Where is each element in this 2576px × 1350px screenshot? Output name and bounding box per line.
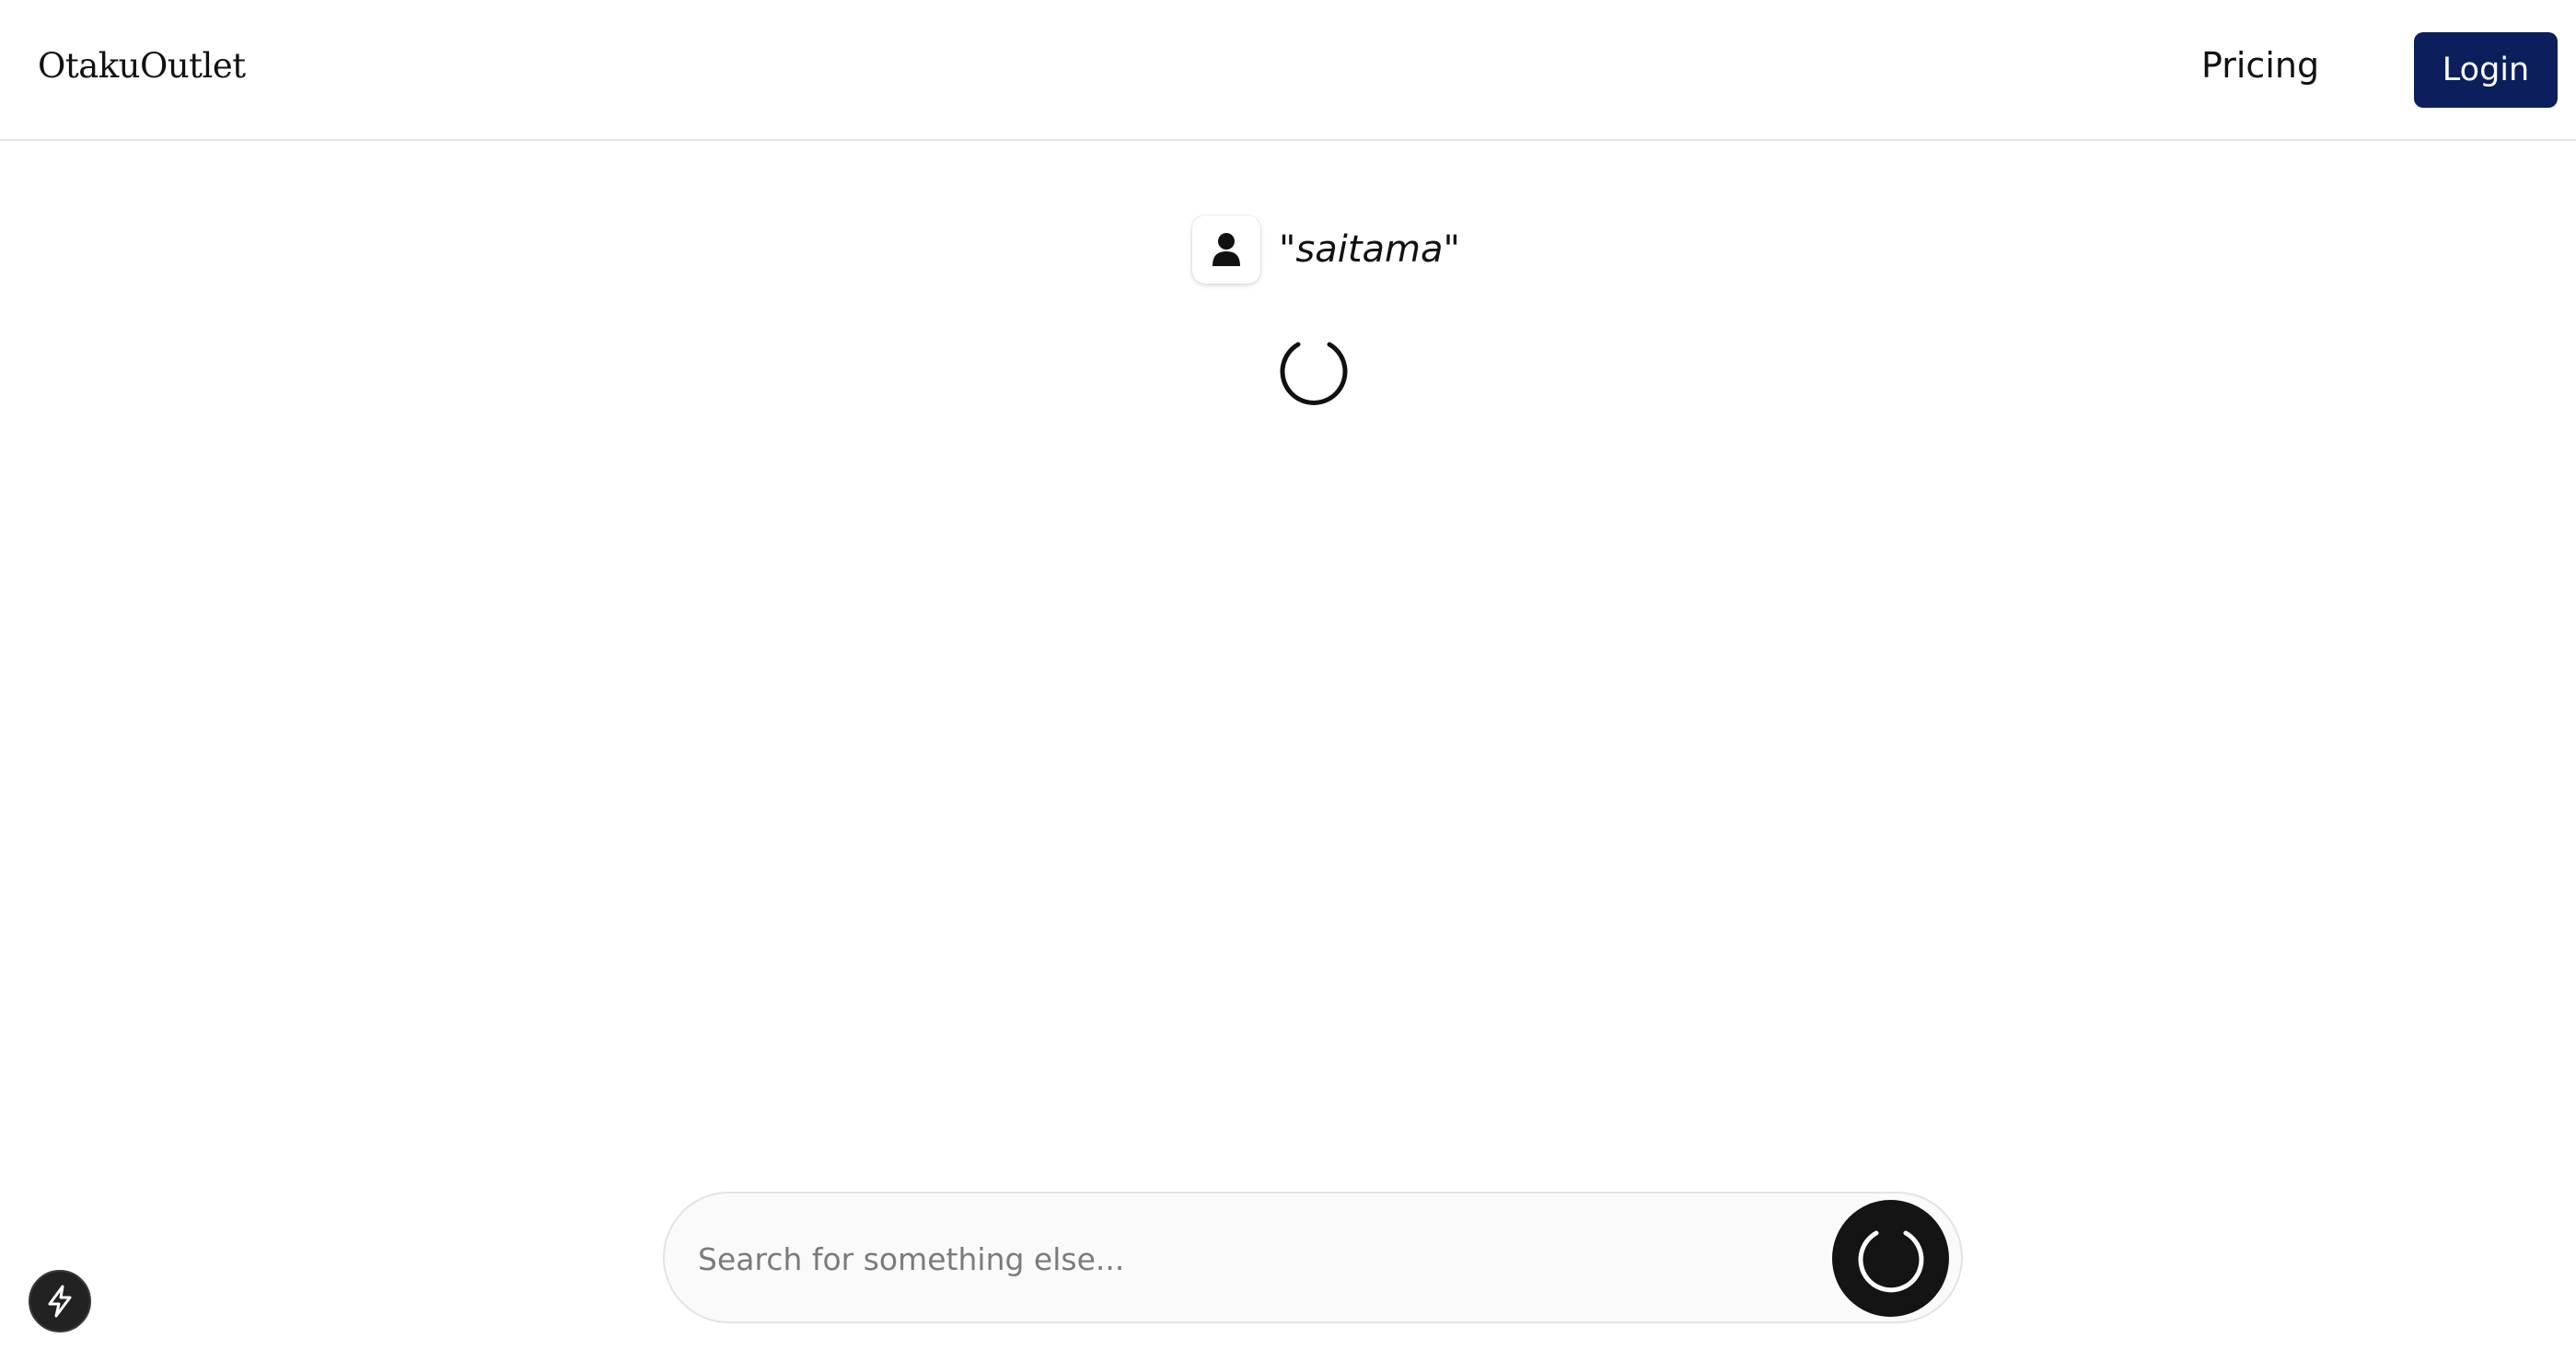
lightning-icon (48, 1285, 72, 1318)
top-nav: OtakuOutlet Pricing Login (0, 0, 2576, 141)
search-submit-button[interactable] (1832, 1200, 1949, 1317)
user-icon (1213, 233, 1240, 266)
user-avatar (1192, 215, 1260, 284)
spinner-icon (1858, 1230, 1923, 1292)
query-message: "saitama" (1192, 215, 1460, 285)
brand-logo[interactable]: OtakuOutlet (38, 46, 246, 86)
query-text: "saitama" (1279, 228, 1460, 271)
search-input[interactable] (698, 1227, 1747, 1291)
quick-action-button[interactable] (29, 1270, 91, 1333)
pricing-link[interactable]: Pricing (2201, 45, 2319, 86)
search-bar (663, 1192, 1963, 1323)
login-button[interactable]: Login (2414, 32, 2558, 108)
spinner-icon (1280, 342, 1348, 405)
page: OtakuOutlet Pricing Login "saitama" (0, 0, 2576, 1350)
